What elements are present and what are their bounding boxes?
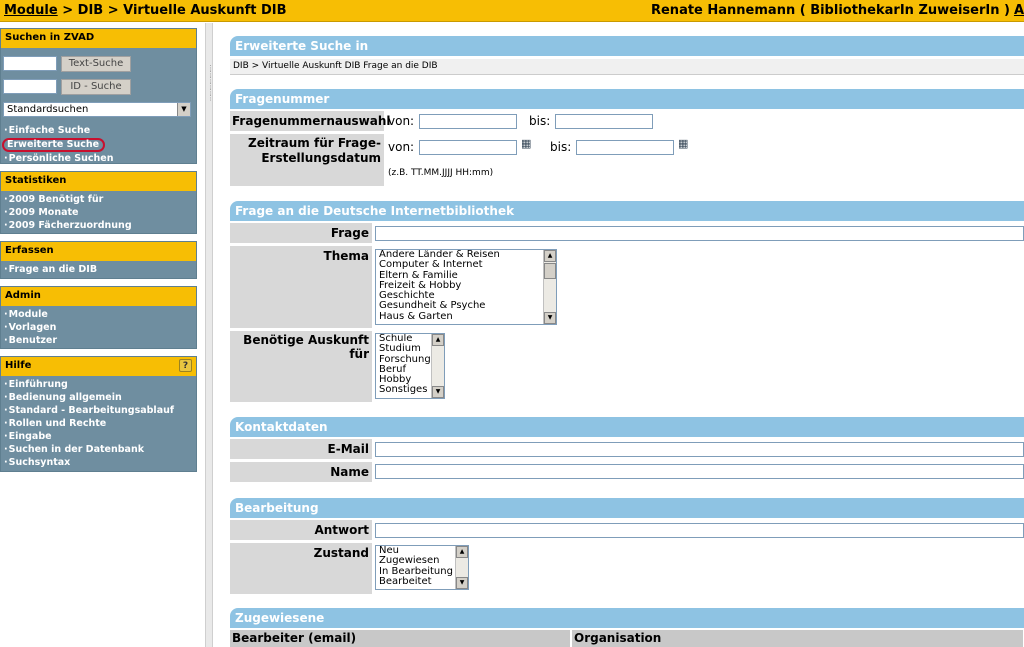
capture-box: Erfassen Frage an die DIB — [0, 241, 197, 279]
thema-label: Thema — [230, 246, 372, 328]
text-search-input[interactable] — [3, 56, 57, 71]
scroll-up-icon[interactable]: ▲ — [456, 546, 468, 558]
sidebar-item-stat-benoetigt[interactable]: 2009 Benötigt für — [1, 193, 196, 206]
sidebar-item-erweiterte-suche[interactable]: Erweiterte Suche — [2, 138, 106, 152]
capture-box-title: Erfassen — [1, 242, 196, 261]
search-path: DIB > Virtuelle Auskunft DIB Frage an di… — [230, 59, 1024, 75]
zustand-scrollbar[interactable]: ▲ ▼ — [455, 546, 468, 589]
thema-option[interactable]: Haus & Garten — [376, 311, 556, 322]
zeitraum-von-input[interactable] — [419, 140, 517, 155]
help-box-header: Hilfe ? — [1, 357, 196, 376]
sidebar-item-persoenliche-suchen[interactable]: Persönliche Suchen — [1, 152, 196, 165]
calendar-icon[interactable]: ▦ — [678, 137, 694, 150]
section-erweiterte-suche: Erweiterte Suche in — [230, 36, 1024, 56]
fragenummernauswahl-label: Fragenummernauswahl — [230, 111, 391, 131]
zeitraum-bis-input[interactable] — [576, 140, 674, 155]
auswahl-bis-label: bis: — [529, 114, 551, 128]
auskunft-scrollbar[interactable]: ▲ ▼ — [431, 334, 444, 398]
sidebar-item-stat-monate[interactable]: 2009 Monate — [1, 206, 196, 219]
search-box-title: Suchen in ZVAD — [1, 29, 196, 48]
sidebar-item-rollen[interactable]: Rollen und Rechte — [1, 417, 196, 430]
zeitraum-label-line1: Zeitraum für Frage- — [248, 136, 381, 150]
search-select[interactable]: Standardsuchen ▼ — [3, 102, 191, 117]
auswahl-von-label: von: — [388, 114, 415, 128]
admin-box-title: Admin — [1, 287, 196, 306]
section-zugewiesene: Zugewiesene — [230, 608, 1024, 628]
zeitraum-bis-label: bis: — [550, 140, 572, 154]
top-bar: Module > DIB > Virtuelle Auskunft DIB Re… — [0, 0, 1024, 22]
zustand-label: Zustand — [230, 543, 372, 594]
help-icon[interactable]: ? — [179, 359, 192, 372]
help-box: Hilfe ? Einführung Bedienung allgemein S… — [0, 356, 197, 472]
auskunft-label-line2: für — [349, 347, 369, 361]
user-name: Renate Hannemann ( BibliothekarIn Zuweis… — [650, 3, 1010, 18]
sidebar-item-frage-an-die-dib[interactable]: Frage an die DIB — [1, 263, 196, 276]
frage-input[interactable] — [375, 226, 1024, 241]
section-bearbeitung: Bearbeitung — [230, 498, 1024, 518]
splitter-grip-icon: ⋮ ⋮ ⋮ ⋮ ⋮ ⋮ — [207, 64, 214, 102]
id-search-input[interactable] — [3, 79, 57, 94]
sidebar: Suchen in ZVAD Text-Suche ID - Suche Sta… — [0, 23, 205, 647]
name-label: Name — [230, 462, 372, 482]
sidebar-item-module[interactable]: Module — [1, 308, 196, 321]
user-link[interactable]: A — [1014, 3, 1024, 18]
antwort-label: Antwort — [230, 520, 372, 540]
sidebar-item-suchsyntax[interactable]: Suchsyntax — [1, 456, 196, 469]
search-select-value: Standardsuchen — [7, 104, 89, 115]
sidebar-item-stat-faecher[interactable]: 2009 Fächerzuordnung — [1, 219, 196, 232]
help-box-title: Hilfe — [5, 360, 32, 371]
stats-box-title: Statistiken — [1, 172, 196, 191]
sidebar-item-benutzer[interactable]: Benutzer — [1, 334, 196, 347]
chevron-down-icon[interactable]: ▼ — [177, 103, 190, 116]
panel-splitter[interactable]: ⋮ ⋮ ⋮ ⋮ ⋮ ⋮ — [205, 23, 214, 647]
name-field[interactable] — [375, 464, 1024, 479]
scroll-down-icon[interactable]: ▼ — [432, 386, 444, 398]
stats-box: Statistiken 2009 Benötigt für 2009 Monat… — [0, 171, 197, 234]
column-header-organisation: Organisation — [572, 630, 1024, 647]
scroll-up-icon[interactable]: ▲ — [432, 334, 444, 346]
admin-box: Admin Module Vorlagen Benutzer — [0, 286, 197, 349]
section-frage: Frage an die Deutsche Internetbibliothek — [230, 201, 1024, 221]
antwort-input[interactable] — [375, 523, 1024, 538]
scroll-up-icon[interactable]: ▲ — [544, 250, 556, 262]
thema-scrollbar[interactable]: ▲ ▼ — [543, 250, 556, 324]
module-link[interactable]: Module — [4, 3, 58, 18]
search-box: Suchen in ZVAD Text-Suche ID - Suche Sta… — [0, 28, 197, 164]
email-label: E-Mail — [230, 439, 372, 459]
zeitraum-label: Zeitraum für Frage- Erstellungsdatum — [230, 134, 384, 186]
email-field[interactable] — [375, 442, 1024, 457]
thema-listbox[interactable]: Andere Länder & Reisen Computer & Intern… — [375, 249, 557, 325]
calendar-icon[interactable]: ▦ — [521, 137, 537, 150]
auskunft-listbox[interactable]: Schule Studium Forschung Beruf Hobby Son… — [375, 333, 445, 399]
sidebar-item-vorlagen[interactable]: Vorlagen — [1, 321, 196, 334]
zeitraum-von-label: von: — [388, 140, 415, 154]
column-header-bearbeiter: Bearbeiter (email) — [230, 630, 571, 647]
scroll-down-icon[interactable]: ▼ — [544, 312, 556, 324]
user-info: Renate Hannemann ( BibliothekarIn Zuweis… — [651, 3, 1024, 18]
breadcrumb-rest: > DIB > Virtuelle Auskunft DIB — [57, 3, 287, 18]
sidebar-item-einfache-suche[interactable]: Einfache Suche — [1, 124, 196, 137]
main-content: Erweiterte Suche in DIB > Virtuelle Ausk… — [230, 23, 1024, 647]
frage-label: Frage — [230, 223, 372, 243]
scroll-down-icon[interactable]: ▼ — [456, 577, 468, 589]
sidebar-item-standard-ablauf[interactable]: Standard - Bearbeitungsablauf — [1, 404, 196, 417]
auskunft-label: Benötige Auskunft für — [230, 331, 372, 402]
auskunft-label-line1: Benötige Auskunft — [243, 333, 369, 347]
section-fragenummer: Fragenummer — [230, 89, 1024, 109]
zustand-listbox[interactable]: Neu Zugewiesen In Bearbeitung Bearbeitet… — [375, 545, 469, 590]
sidebar-item-suchen-datenbank[interactable]: Suchen in der Datenbank — [1, 443, 196, 456]
date-format-hint: (z.B. TT.MM.JJJJ HH:mm) — [388, 168, 494, 178]
fragenummer-von-input[interactable] — [419, 114, 517, 129]
breadcrumb: Module > DIB > Virtuelle Auskunft DIB — [4, 3, 287, 18]
zeitraum-label-line2: Erstellungsdatum — [261, 151, 381, 165]
id-search-button[interactable]: ID - Suche — [61, 79, 131, 95]
text-search-button[interactable]: Text-Suche — [61, 56, 131, 72]
section-kontaktdaten: Kontaktdaten — [230, 417, 1024, 437]
fragenummer-bis-input[interactable] — [555, 114, 653, 129]
sidebar-item-einfuehrung[interactable]: Einführung — [1, 378, 196, 391]
scroll-thumb[interactable] — [544, 263, 556, 279]
sidebar-item-eingabe[interactable]: Eingabe — [1, 430, 196, 443]
sidebar-item-bedienung[interactable]: Bedienung allgemein — [1, 391, 196, 404]
